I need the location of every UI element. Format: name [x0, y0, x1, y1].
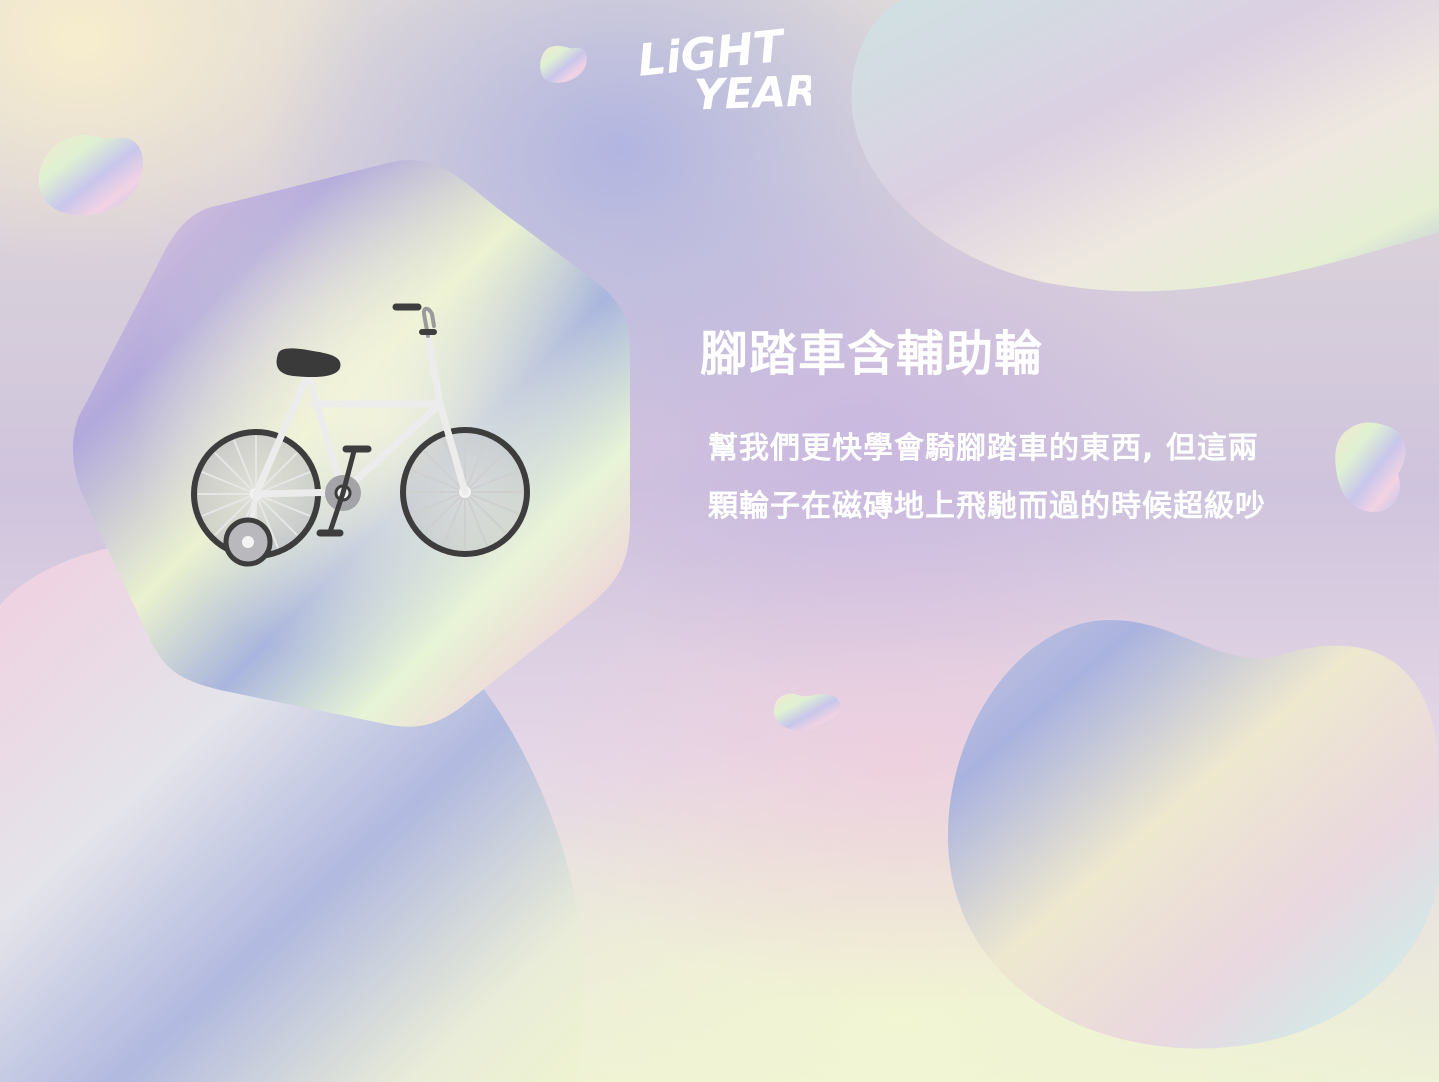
crank-pedal — [316, 445, 372, 537]
blob-bottom-right — [947, 620, 1439, 1049]
pebble-top-center — [540, 45, 587, 83]
pebble-right — [1335, 422, 1406, 512]
seat — [276, 348, 341, 378]
product-title: 腳踏車含輔助輪 — [700, 326, 1044, 382]
light-year-logo[interactable]: LiGHT YEAR — [636, 20, 811, 115]
product-description: 幫我們更快學會騎腳踏車的東西, 但這兩顆輪子在磁磚地上飛馳而過的時候超級吵 — [708, 431, 1266, 524]
blob-top-right — [851, 0, 1439, 292]
logo-text-line2: YEAR — [693, 66, 811, 115]
pebble-center — [774, 693, 841, 730]
pebble-top-left — [38, 135, 144, 216]
bicycle-with-training-wheels-icon — [191, 303, 530, 567]
handlebar — [392, 303, 437, 338]
